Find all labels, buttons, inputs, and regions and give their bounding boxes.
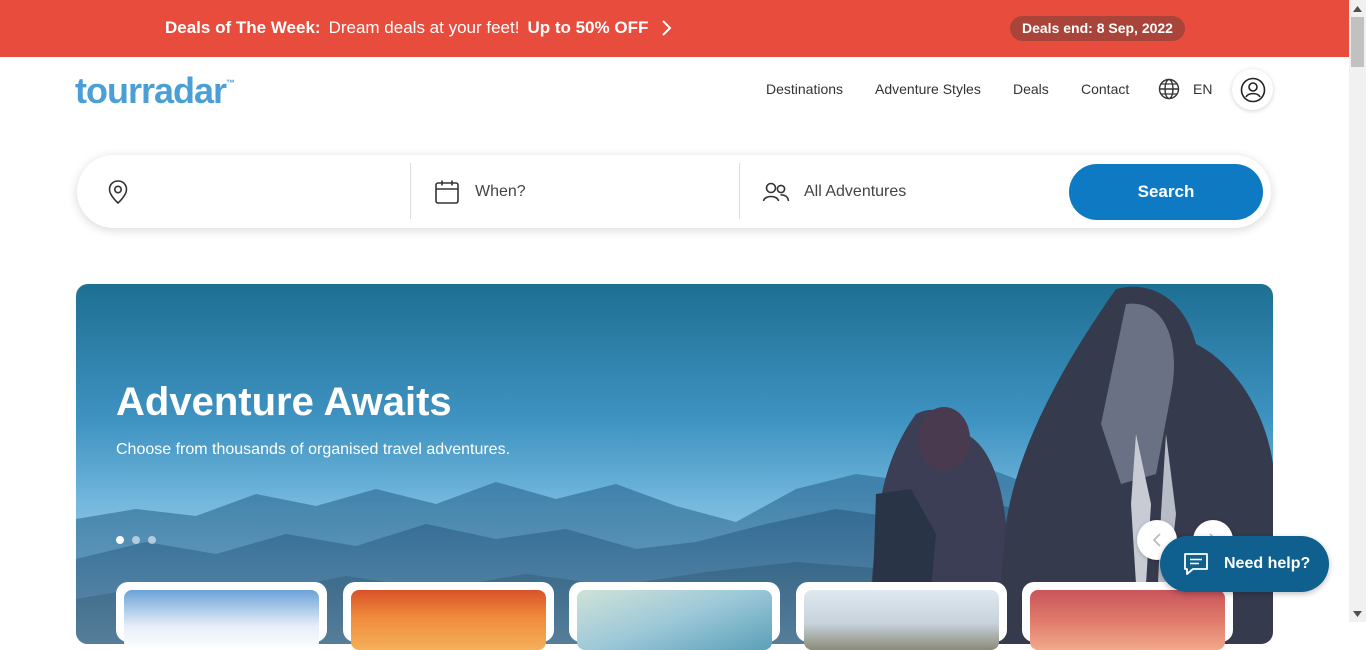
destination-input[interactable] [140, 175, 400, 209]
scroll-down-arrow[interactable] [1349, 605, 1366, 622]
user-icon [1240, 77, 1265, 102]
chevron-right-icon [662, 20, 672, 36]
logo-text: tourradar [75, 70, 227, 111]
search-divider [739, 163, 740, 219]
vertical-scrollbar[interactable] [1349, 0, 1366, 622]
deals-deadline-badge: Deals end: 8 Sep, 2022 [1010, 16, 1185, 41]
chat-icon [1184, 553, 1208, 575]
card-image [124, 590, 319, 650]
nav-deals[interactable]: Deals [1013, 81, 1049, 97]
nav-contact[interactable]: Contact [1081, 81, 1129, 97]
date-picker[interactable]: When? [475, 183, 526, 201]
category-card[interactable] [569, 582, 780, 650]
triangle-up-icon [1353, 5, 1362, 12]
need-help-label: Need help? [1224, 555, 1311, 572]
deals-text: Dream deals at your feet! [328, 18, 520, 37]
deals-offer: Up to 50% OFF [527, 18, 649, 37]
search-button[interactable]: Search [1069, 164, 1263, 220]
location-pin-icon[interactable] [107, 179, 129, 205]
hero-title: Adventure Awaits [116, 380, 452, 424]
nav-adventure-styles[interactable]: Adventure Styles [875, 81, 981, 97]
card-image [1030, 590, 1225, 650]
category-card[interactable] [796, 582, 1007, 650]
adventure-type-selector[interactable]: All Adventures [804, 183, 906, 201]
card-image [351, 590, 546, 650]
carousel-dot[interactable] [116, 536, 124, 544]
triangle-down-icon [1353, 610, 1362, 617]
scroll-up-arrow[interactable] [1349, 0, 1366, 17]
nav-destinations[interactable]: Destinations [766, 81, 843, 97]
deals-message[interactable]: Deals of The Week: Dream deals at your f… [165, 18, 674, 38]
account-button[interactable] [1232, 69, 1273, 110]
people-icon[interactable] [762, 181, 790, 203]
carousel-dot[interactable] [148, 536, 156, 544]
category-card[interactable] [116, 582, 327, 650]
calendar-icon[interactable] [434, 179, 460, 205]
logo-trademark: ™ [226, 78, 236, 88]
card-image [804, 590, 999, 650]
card-image [577, 590, 772, 650]
category-card[interactable] [343, 582, 554, 650]
scrollbar-thumb[interactable] [1351, 17, 1364, 67]
deals-banner[interactable]: Deals of The Week: Dream deals at your f… [0, 0, 1349, 57]
language-selector[interactable]: EN [1193, 81, 1212, 97]
hero-subtitle: Choose from thousands of organised trave… [116, 441, 511, 458]
deals-title: Deals of The Week: [165, 18, 321, 37]
chevron-left-icon [1152, 533, 1161, 547]
globe-icon[interactable] [1158, 78, 1180, 100]
search-divider [410, 163, 411, 219]
need-help-button[interactable]: Need help? [1160, 536, 1329, 592]
carousel-dot[interactable] [132, 536, 140, 544]
tourradar-logo[interactable]: tourradar™ [75, 70, 235, 112]
